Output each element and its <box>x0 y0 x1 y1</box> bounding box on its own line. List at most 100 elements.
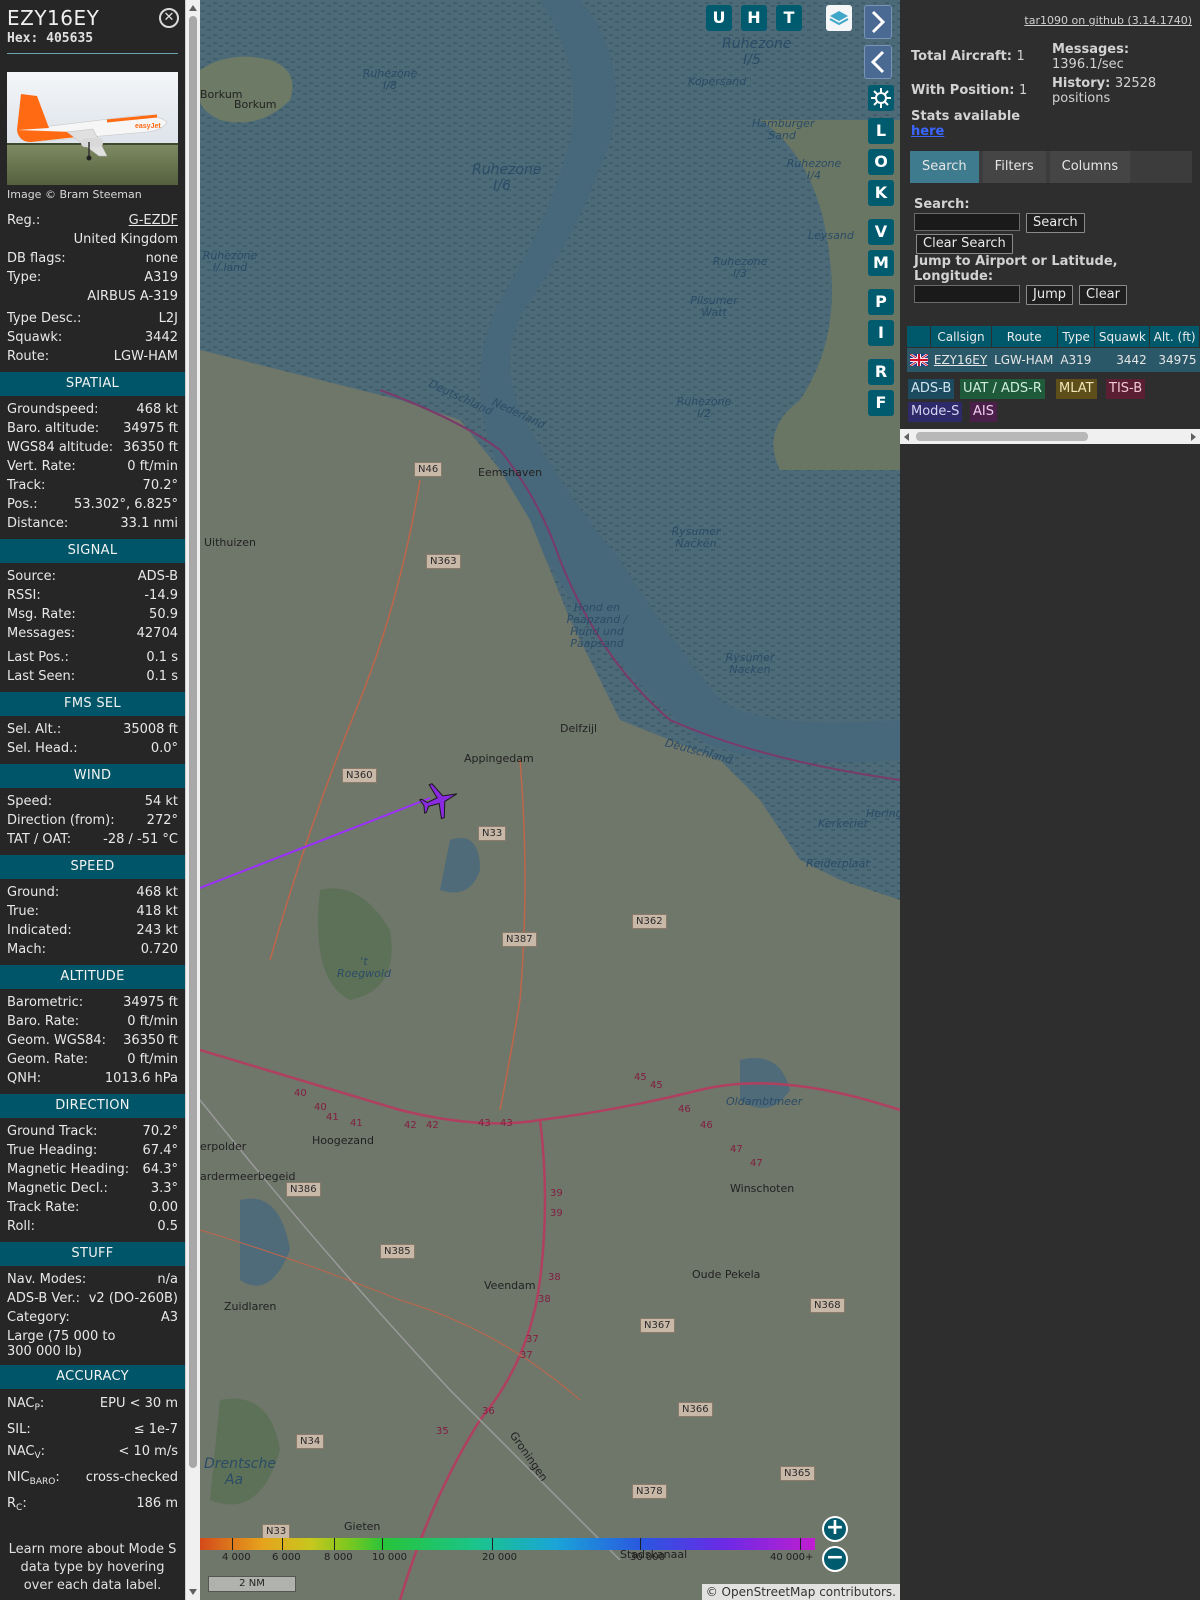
data-label[interactable]: Indicated: <box>7 921 72 940</box>
aircraft-marker-icon[interactable] <box>418 778 462 822</box>
map-label-zuidlaren: Zuidlaren <box>224 1300 277 1313</box>
data-label[interactable]: Magnetic Decl.: <box>7 1179 108 1198</box>
data-label[interactable]: Category: <box>7 1308 70 1327</box>
data-label[interactable]: Ground Track: <box>7 1122 97 1141</box>
data-label[interactable]: Track Rate: <box>7 1198 79 1217</box>
aircraft-photo[interactable]: easyJet <box>7 72 178 185</box>
data-label[interactable]: Direction (from): <box>7 811 115 830</box>
data-label[interactable]: True: <box>7 902 39 921</box>
horizontal-scroll-thumb[interactable] <box>916 432 1088 441</box>
source-chip-ads-b[interactable]: ADS-B <box>908 379 955 399</box>
source-chip-mode-s[interactable]: Mode-S <box>908 402 963 422</box>
data-label[interactable]: Geom. WGS84: <box>7 1031 106 1050</box>
data-label[interactable]: Track: <box>7 476 45 495</box>
data-label[interactable]: Roll: <box>7 1217 35 1236</box>
accuracy-label[interactable]: NICBARO: <box>7 1467 60 1493</box>
data-label[interactable]: RSSI: <box>7 586 41 605</box>
accuracy-label[interactable]: NACP: <box>7 1393 44 1419</box>
map-button-p[interactable]: P <box>868 289 894 315</box>
map-button-m[interactable]: M <box>868 250 894 276</box>
column-header-alt-ft[interactable]: Alt. (ft) <box>1149 325 1200 348</box>
scroll-up-arrow-icon[interactable] <box>189 5 197 11</box>
expand-right-icon[interactable] <box>864 5 892 39</box>
column-header-flag[interactable] <box>905 325 932 348</box>
map-button-r[interactable]: R <box>868 359 894 385</box>
data-label[interactable]: Ground: <box>7 883 59 902</box>
data-label[interactable]: Sel. Head.: <box>7 739 78 758</box>
accuracy-label[interactable]: SIL: <box>7 1419 31 1441</box>
map-button-o[interactable]: O <box>868 149 894 175</box>
map-view[interactable]: Borkum Borkum Ruhezone I/5 Ruhezone I/6 Ruhe… <box>200 0 900 1600</box>
search-input[interactable] <box>914 213 1020 231</box>
data-label[interactable]: Msg. Rate: <box>7 605 76 624</box>
data-label[interactable]: Barometric: <box>7 993 83 1012</box>
data-label[interactable]: ADS-B Ver.: <box>7 1289 80 1308</box>
map-button-h[interactable]: H <box>741 5 767 31</box>
jump-button[interactable]: Jump <box>1026 285 1073 305</box>
search-button[interactable]: Search <box>1026 213 1085 233</box>
source-chip-mlat[interactable]: MLAT <box>1056 379 1097 399</box>
data-label[interactable]: Last Seen: <box>7 667 75 686</box>
panel-scrollbar[interactable] <box>185 0 200 1600</box>
callsign-cell[interactable]: EZY16EY <box>930 347 992 372</box>
github-link[interactable]: tar1090 on github (3.14.1740) <box>1024 14 1192 27</box>
data-label[interactable]: Last Pos.: <box>7 648 69 667</box>
clear-search-button[interactable]: Clear Search <box>916 234 1013 254</box>
data-label[interactable]: QNH: <box>7 1069 41 1088</box>
data-label[interactable]: Sel. Alt.: <box>7 720 61 739</box>
data-label[interactable]: WGS84 altitude: <box>7 438 113 457</box>
data-label[interactable]: Magnetic Heading: <box>7 1160 129 1179</box>
collapse-left-icon[interactable] <box>864 45 892 79</box>
column-header-squawk[interactable]: Squawk <box>1094 325 1151 348</box>
source-chip-tis-b[interactable]: TIS-B <box>1106 379 1146 399</box>
table-horizontal-scrollbar[interactable] <box>900 429 1200 444</box>
section-header-accuracy: ACCURACY <box>0 1365 185 1389</box>
column-header-route[interactable]: Route <box>990 325 1058 348</box>
accuracy-label[interactable]: RC: <box>7 1493 27 1519</box>
data-label[interactable]: Groundspeed: <box>7 400 98 419</box>
data-label[interactable]: Distance: <box>7 514 68 533</box>
table-row[interactable]: EZY16EY LGW-HAM A319 3442 34975 <box>906 347 1200 372</box>
data-label[interactable]: TAT / OAT: <box>7 830 71 849</box>
map-button-t[interactable]: T <box>776 5 802 31</box>
data-label[interactable]: Vert. Rate: <box>7 457 76 476</box>
stats-here-link[interactable]: here <box>911 124 944 139</box>
clear-button[interactable]: Clear <box>1079 285 1127 305</box>
data-label[interactable]: Messages: <box>7 624 75 643</box>
data-label[interactable]: Speed: <box>7 792 52 811</box>
close-icon[interactable]: ✕ <box>159 8 179 28</box>
layers-icon[interactable] <box>826 5 852 31</box>
map-button-l[interactable]: L <box>868 118 894 144</box>
map-button-v[interactable]: V <box>868 219 894 245</box>
zoom-out-button[interactable]: − <box>822 1546 848 1572</box>
scroll-down-arrow-icon[interactable] <box>189 1589 197 1595</box>
map-button-i[interactable]: I <box>868 320 894 346</box>
zoom-in-button[interactable]: + <box>822 1516 848 1542</box>
data-label[interactable]: Geom. Rate: <box>7 1050 88 1069</box>
source-chip-ais[interactable]: AIS <box>970 402 997 422</box>
tab-columns[interactable]: Columns <box>1049 151 1131 183</box>
data-label[interactable]: Nav. Modes: <box>7 1270 86 1289</box>
data-label[interactable]: Source: <box>7 567 56 586</box>
scroll-left-arrow-icon[interactable] <box>904 433 909 441</box>
registration-link[interactable]: G-EZDF <box>129 211 178 230</box>
data-label[interactable]: Baro. Rate: <box>7 1012 79 1031</box>
column-header-type[interactable]: Type <box>1056 325 1096 348</box>
column-header-callsign[interactable]: Callsign <box>930 325 992 348</box>
accuracy-label[interactable]: NACV: <box>7 1441 45 1467</box>
data-label[interactable]: Mach: <box>7 940 46 959</box>
scrollbar-thumb[interactable] <box>189 16 197 1468</box>
data-label[interactable]: Pos.: <box>7 495 38 514</box>
map-button-f[interactable]: F <box>868 390 894 416</box>
scroll-right-arrow-icon[interactable] <box>1191 433 1196 441</box>
map-button-u[interactable]: U <box>706 5 732 31</box>
tab-filters[interactable]: Filters <box>982 151 1046 183</box>
data-label[interactable]: Baro. altitude: <box>7 419 99 438</box>
jump-input[interactable] <box>914 285 1020 303</box>
map-button-k[interactable]: K <box>868 180 894 206</box>
source-chip-uat-ads-r[interactable]: UAT / ADS-R <box>960 379 1045 399</box>
gear-icon[interactable] <box>868 85 894 111</box>
osm-link[interactable]: OpenStreetMap <box>722 1585 816 1599</box>
tab-search[interactable]: Search <box>910 151 979 183</box>
data-label[interactable]: True Heading: <box>7 1141 97 1160</box>
